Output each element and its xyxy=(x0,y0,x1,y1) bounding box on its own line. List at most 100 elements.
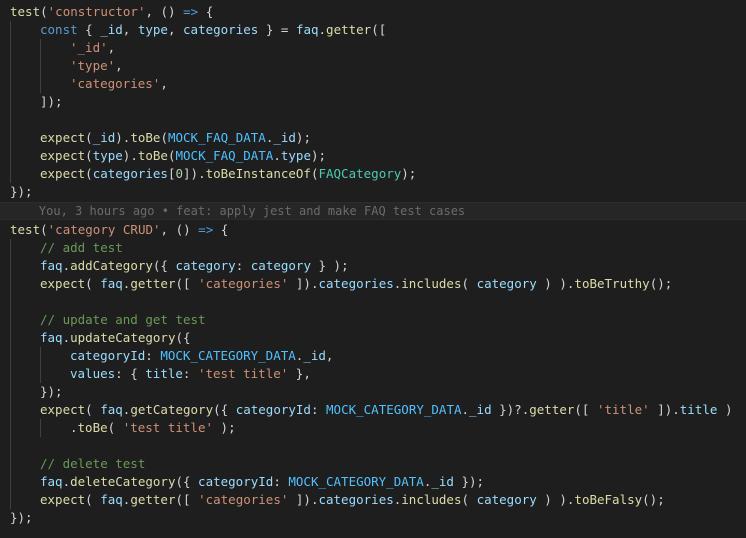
token-function: toBe xyxy=(130,130,161,145)
token-plain: ( xyxy=(40,222,48,237)
line-content: 'type', xyxy=(10,58,123,73)
code-line[interactable]: // add test xyxy=(0,239,746,257)
token-function: updateCategory xyxy=(70,330,176,345)
token-plain: { xyxy=(77,22,101,37)
indent-guide xyxy=(10,419,11,437)
token-constant: MOCK_FAQ_DATA xyxy=(175,148,274,163)
token-variable: title xyxy=(145,366,183,381)
token-variable: categoryId xyxy=(70,348,146,363)
token-plain: , xyxy=(167,22,184,37)
indent-guide xyxy=(10,365,11,383)
code-editor[interactable]: test('constructor', () => {const { _id, … xyxy=(0,0,746,538)
code-line[interactable]: }); xyxy=(0,509,746,527)
code-line[interactable]: const { _id, type, categories } = faq.ge… xyxy=(0,21,746,39)
code-line[interactable]: ]); xyxy=(0,93,746,111)
token-plain: ); xyxy=(310,148,327,163)
code-line[interactable]: faq.addCategory({ category: category } )… xyxy=(0,257,746,275)
code-line[interactable]: expect( faq. getCategory({ categoryId: MO… xyxy=(0,401,746,419)
code-line[interactable]: values: { title: 'test title' }, xyxy=(0,365,746,383)
token-variable: category xyxy=(476,276,537,291)
token-variable: _id xyxy=(431,474,454,489)
code-line[interactable]: faq.updateCategory({ xyxy=(0,329,746,347)
line-content: const { _id, type, categories } = faq.ge… xyxy=(10,22,386,37)
token-variable: _id xyxy=(273,130,296,145)
token-plain: ); xyxy=(213,420,236,435)
token-plain: : { xyxy=(115,366,146,381)
token-function: getter xyxy=(130,276,176,291)
token-plain: , () xyxy=(160,222,199,237)
token-variable: _id xyxy=(100,22,123,37)
git-blame-annotation[interactable]: You, 3 hours ago • feat: apply jest and … xyxy=(0,202,746,220)
line-content: expect(type).toBe(MOCK_FAQ_DATA.type); xyxy=(10,148,326,163)
token-plain: })?. xyxy=(491,402,530,417)
token-plain: ( xyxy=(85,166,93,181)
code-line[interactable]: 'categories', xyxy=(0,75,746,93)
code-line[interactable] xyxy=(0,111,746,129)
line-content: faq.deleteCategory({ categoryId: MOCK_CA… xyxy=(10,474,484,489)
code-line[interactable]: expect(_id).toBe(MOCK_FAQ_DATA._id); xyxy=(0,129,746,147)
token-plain: ({ xyxy=(213,402,236,417)
indent-guide xyxy=(10,455,11,473)
token-plain: ({ xyxy=(152,258,176,273)
token-string: '_id' xyxy=(70,40,108,55)
token-keyword: const xyxy=(40,22,78,37)
token-comment: // add test xyxy=(40,240,123,255)
code-line[interactable]: .toBe( 'test title' ); xyxy=(0,419,746,437)
code-line[interactable]: // delete test xyxy=(0,455,746,473)
token-plain: ( xyxy=(167,148,176,163)
code-line[interactable]: }); xyxy=(0,183,746,201)
token-plain: . xyxy=(62,258,71,273)
token-plain: : xyxy=(273,474,289,489)
code-line[interactable]: // update and get test xyxy=(0,311,746,329)
token-variable: faq xyxy=(40,258,63,273)
indent-guide xyxy=(10,401,11,419)
code-line[interactable]: 'type', xyxy=(0,57,746,75)
token-plain: ( xyxy=(40,4,48,19)
code-line[interactable] xyxy=(0,437,746,455)
token-plain: , xyxy=(325,348,334,363)
line-content: expect(categories[0]).toBeInstanceOf(FAQ… xyxy=(10,166,416,181)
token-comment: // update and get test xyxy=(40,312,206,327)
code-line[interactable]: categoryId: MOCK_CATEGORY_DATA._id, xyxy=(0,347,746,365)
code-line[interactable]: expect( faq.getter([ 'categories' ]).cat… xyxy=(0,275,746,293)
line-content: categoryId: MOCK_CATEGORY_DATA._id, xyxy=(10,348,333,363)
code-line[interactable]: test('constructor', () => { xyxy=(0,3,746,21)
token-plain: , () xyxy=(145,4,184,19)
token-plain: ). xyxy=(122,148,138,163)
code-line[interactable]: test('category CRUD', () => { xyxy=(0,221,746,239)
token-function: deleteCategory xyxy=(70,474,176,489)
code-line[interactable]: expect(type).toBe(MOCK_FAQ_DATA.type); xyxy=(0,147,746,165)
token-function: toBeTruthy xyxy=(574,276,650,291)
token-plain: ([ xyxy=(175,492,199,507)
indent-guide xyxy=(10,293,11,311)
line-content: expect( faq.getter([ 'categories' ]).cat… xyxy=(10,492,665,507)
token-plain: ({ xyxy=(175,474,199,489)
line-content: .toBe( 'test title' ); xyxy=(10,420,236,435)
line-content: expect( faq. getCategory({ categoryId: MO… xyxy=(10,402,732,417)
indent-guide xyxy=(10,311,11,329)
token-function: toBe xyxy=(137,148,168,163)
token-plain: ]); xyxy=(40,94,63,109)
token-constant: MOCK_CATEGORY_DATA xyxy=(160,348,296,363)
line-content: ]); xyxy=(10,94,63,109)
token-plain: }); xyxy=(10,510,33,525)
code-line[interactable]: expect(categories[0]).toBeInstanceOf(FAQ… xyxy=(0,165,746,183)
code-line[interactable]: expect( faq.getter([ 'categories' ]).cat… xyxy=(0,491,746,509)
line-content: expect( faq.getter([ 'categories' ]).cat… xyxy=(10,276,672,291)
indent-guide xyxy=(10,347,11,365)
code-line[interactable]: }); xyxy=(0,383,746,401)
token-variable: type xyxy=(137,22,168,37)
token-variable: _id xyxy=(92,130,116,145)
token-plain: ( xyxy=(85,148,93,163)
line-content xyxy=(10,438,40,453)
token-string: 'title' xyxy=(596,402,650,417)
token-function: toBeFalsy xyxy=(574,492,643,507)
code-line[interactable] xyxy=(0,293,746,311)
code-line[interactable]: '_id', xyxy=(0,39,746,57)
token-plain: . xyxy=(273,148,281,163)
token-plain: ( xyxy=(85,276,101,291)
code-line[interactable]: faq.deleteCategory({ categoryId: MOCK_CA… xyxy=(0,473,746,491)
token-blame: You, 3 hours ago • feat: apply jest and … xyxy=(10,204,466,218)
token-plain: . xyxy=(461,402,470,417)
token-variable: _id xyxy=(303,348,326,363)
